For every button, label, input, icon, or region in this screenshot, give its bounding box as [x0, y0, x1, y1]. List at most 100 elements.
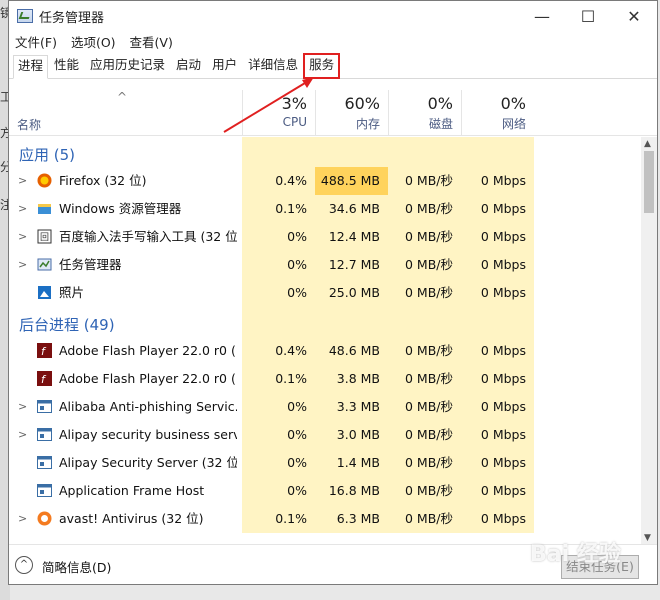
vertical-scrollbar[interactable]: ▲ ▼ — [641, 137, 657, 545]
tab-startup[interactable]: 启动 — [171, 54, 206, 78]
network-cell: 0 Mbps — [461, 279, 534, 307]
cpu-cell: 0.1% — [242, 365, 315, 393]
scroll-thumb[interactable] — [644, 151, 654, 213]
table-row[interactable]: > Windows 资源管理器 0.1% 34.6 MB 0 MB/秒 0 Mbps — [9, 195, 641, 223]
process-table: ^ 名称 3% CPU 60% 内存 0% 磁盘 0% 网络 应用 (5) > Fi… — [9, 90, 657, 545]
group-cpu-cell — [242, 307, 315, 337]
chevron-right-icon[interactable]: > — [18, 167, 27, 195]
cpu-cell: 0% — [242, 449, 315, 477]
chevron-right-icon[interactable]: > — [18, 393, 27, 421]
disk-cell: 0 MB/秒 — [388, 195, 461, 223]
table-row[interactable]: Application Frame Host 0% 16.8 MB 0 MB/秒 0 M… — [9, 477, 641, 505]
table-row[interactable]: > Alipay security business servi... 0% 3.0 … — [9, 421, 641, 449]
process-name: Alipay Security Server (32 位) — [59, 455, 237, 470]
task-manager-window: 任务管理器 — ☐ ✕ 文件(F) 选项(O) 查看(V) 进程 性能 应用历史… — [8, 0, 658, 585]
table-row[interactable]: > Firefox (32 位) 0.4% 488.5 MB 0 MB/秒 0 Mbps — [9, 167, 641, 195]
table-row[interactable]: > Alibaba Anti-phishing Servic... 0% 3.3 MB… — [9, 393, 641, 421]
ime-icon: 回 — [37, 229, 52, 244]
menu-file[interactable]: 文件(F) — [15, 32, 57, 51]
tab-services[interactable]: 服务 — [303, 53, 341, 79]
network-cell: 0 Mbps — [461, 505, 534, 533]
table-row[interactable]: Alipay Security Server (32 位) 0% 1.4 MB 0 M… — [9, 449, 641, 477]
table-row[interactable]: 照片 0% 25.0 MB 0 MB/秒 0 Mbps — [9, 279, 641, 307]
table-row[interactable]: > avast! Antivirus (32 位) 0.1% 6.3 MB 0 MB/秒… — [9, 505, 641, 533]
tab-performance[interactable]: 性能 — [49, 54, 84, 78]
disk-cell: 0 MB/秒 — [388, 279, 461, 307]
group-header-apps[interactable]: 应用 (5) — [9, 137, 641, 167]
title-bar[interactable]: 任务管理器 — ☐ ✕ — [9, 1, 657, 31]
disk-cell: 0 MB/秒 — [388, 477, 461, 505]
collapse-details-icon[interactable]: ^ — [15, 556, 33, 574]
disk-cell: 0 MB/秒 — [388, 167, 461, 195]
process-name: Windows 资源管理器 — [59, 201, 182, 216]
table-row[interactable]: > 任务管理器 0% 12.7 MB 0 MB/秒 0 Mbps — [9, 251, 641, 279]
process-list: 应用 (5) > Firefox (32 位) 0.4% 488.5 MB 0 MB/秒 0… — [9, 137, 641, 545]
tab-processes[interactable]: 进程 — [13, 55, 49, 79]
maximize-button[interactable]: ☐ — [565, 1, 611, 31]
disk-total: 0% — [427, 94, 453, 113]
process-name: Firefox (32 位) — [59, 173, 147, 188]
table-row[interactable]: f Adobe Flash Player 22.0 r0 (... 0.1% 3.8 … — [9, 365, 641, 393]
table-row[interactable]: > 回百度输入法手写输入工具 (32 位) 0% 12.4 MB 0 MB/秒 0 Mbp… — [9, 223, 641, 251]
sort-up-icon[interactable]: ^ — [117, 90, 127, 104]
column-cpu[interactable]: 3% CPU — [242, 90, 315, 136]
process-name: Application Frame Host — [59, 483, 205, 498]
cpu-cell: 0% — [242, 393, 315, 421]
network-cell: 0 Mbps — [461, 195, 534, 223]
chevron-right-icon[interactable]: > — [18, 223, 27, 251]
cpu-cell: 0% — [242, 477, 315, 505]
process-name: Adobe Flash Player 22.0 r0 (... — [59, 343, 237, 358]
menu-view[interactable]: 查看(V) — [130, 32, 173, 51]
tab-bar: 进程 性能 应用历史记录 启动 用户 详细信息 服务 — [9, 51, 657, 79]
column-network[interactable]: 0% 网络 — [461, 90, 534, 136]
scroll-up-icon[interactable]: ▲ — [644, 139, 651, 149]
process-name: Adobe Flash Player 22.0 r0 (... — [59, 371, 237, 386]
process-name: Alibaba Anti-phishing Servic... — [59, 399, 237, 414]
group-net-cell — [461, 137, 534, 167]
baidu-watermark-logo: Bai 经验 — [530, 542, 621, 567]
disk-cell: 0 MB/秒 — [388, 449, 461, 477]
close-button[interactable]: ✕ — [611, 1, 657, 31]
network-cell: 0 Mbps — [461, 477, 534, 505]
chevron-right-icon[interactable]: > — [18, 251, 27, 279]
avast-icon — [37, 511, 52, 526]
column-name[interactable]: 名称 — [17, 116, 41, 133]
group-title: 后台进程 (49) — [19, 316, 115, 334]
cpu-cell: 0% — [242, 251, 315, 279]
menu-options[interactable]: 选项(O) — [71, 32, 116, 51]
memory-cell: 12.4 MB — [315, 223, 388, 251]
task-manager-icon — [17, 9, 33, 23]
scroll-down-icon[interactable]: ▼ — [644, 533, 651, 543]
window-controls: — ☐ ✕ — [519, 1, 657, 31]
memory-cell: 3.8 MB — [315, 365, 388, 393]
tab-users[interactable]: 用户 — [207, 54, 242, 78]
cpu-cell: 0% — [242, 279, 315, 307]
chevron-right-icon[interactable]: > — [18, 505, 27, 533]
column-memory[interactable]: 60% 内存 — [315, 90, 388, 136]
network-cell: 0 Mbps — [461, 421, 534, 449]
svg-text:回: 回 — [40, 232, 49, 243]
cpu-cell: 0.1% — [242, 505, 315, 533]
chevron-right-icon[interactable]: > — [18, 195, 27, 223]
group-header-background[interactable]: 后台进程 (49) — [9, 307, 641, 337]
memory-cell: 25.0 MB — [315, 279, 388, 307]
memory-cell: 34.6 MB — [315, 195, 388, 223]
tab-details[interactable]: 详细信息 — [243, 54, 303, 78]
chevron-right-icon[interactable]: > — [18, 421, 27, 449]
group-mem-cell — [315, 137, 388, 167]
memory-label: 内存 — [355, 117, 380, 131]
table-row[interactable]: f Adobe Flash Player 22.0 r0 (... 0.4% 48.6… — [9, 337, 641, 365]
minimize-button[interactable]: — — [519, 1, 565, 31]
memory-cell: 488.5 MB — [315, 167, 388, 195]
disk-cell: 0 MB/秒 — [388, 251, 461, 279]
tab-app-history[interactable]: 应用历史记录 — [85, 54, 170, 78]
taskmgr-icon — [37, 257, 52, 272]
network-cell: 0 Mbps — [461, 167, 534, 195]
memory-cell: 16.8 MB — [315, 477, 388, 505]
column-disk[interactable]: 0% 磁盘 — [388, 90, 461, 136]
less-details-link[interactable]: 简略信息(D) — [42, 557, 111, 576]
cpu-cell: 0.4% — [242, 167, 315, 195]
process-name: 任务管理器 — [59, 257, 122, 272]
disk-cell: 0 MB/秒 — [388, 393, 461, 421]
cpu-cell: 0% — [242, 223, 315, 251]
